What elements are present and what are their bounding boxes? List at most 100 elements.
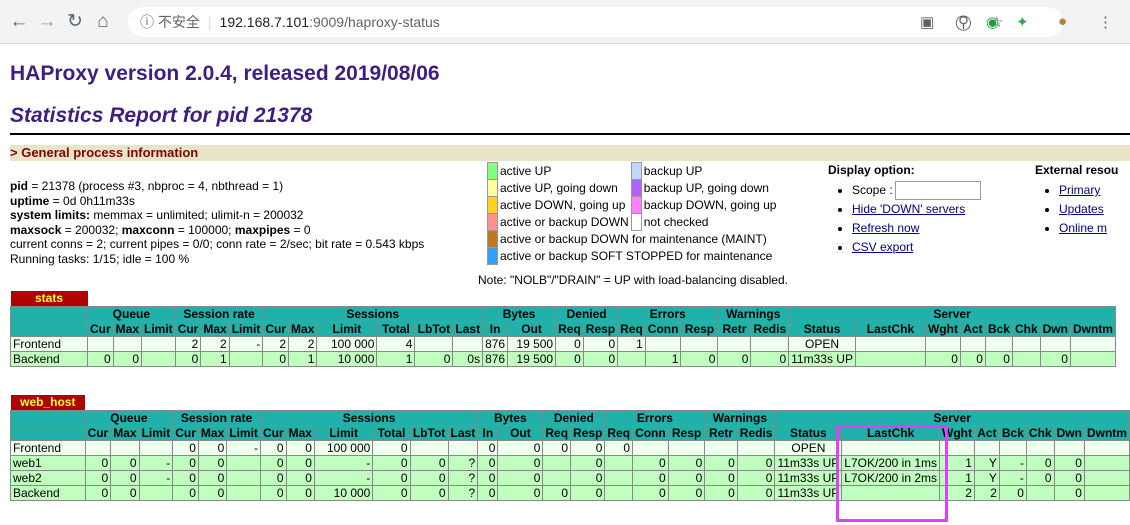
table-cell: 0: [414, 350, 454, 367]
header-sub: Cur: [262, 320, 290, 337]
table-cell: 0: [285, 454, 315, 471]
table-cell: [414, 335, 454, 352]
row-name[interactable]: web2: [10, 469, 86, 486]
table-cell: 0: [570, 454, 606, 471]
header-sub: LastChk: [854, 320, 926, 337]
home-icon[interactable]: ⌂: [90, 9, 116, 35]
row-name[interactable]: Backend: [10, 484, 86, 501]
table-cell: 0: [1025, 454, 1055, 471]
header-sub: Limit: [316, 320, 378, 337]
table-cell: [1053, 439, 1085, 456]
header-sub: Max: [197, 424, 228, 441]
table-cell: 0: [262, 350, 290, 367]
row-name[interactable]: web1: [10, 454, 86, 471]
hide-down-link[interactable]: Hide 'DOWN' servers: [852, 202, 965, 216]
table-cell: 10 000: [316, 350, 378, 367]
table-cell: [924, 335, 961, 352]
menu-kebab-icon[interactable]: ⋮: [1098, 13, 1113, 31]
header-group: Warnings: [704, 409, 776, 426]
table-cell: 1: [288, 350, 318, 367]
section-header: > General process information: [10, 145, 1130, 161]
proxy-name[interactable]: web_host: [10, 395, 86, 410]
table-cell: [959, 335, 986, 352]
extension-green-icon[interactable]: ◉: [986, 13, 999, 31]
table-cell: 0: [632, 484, 669, 501]
table-cell: 0: [1053, 454, 1085, 471]
header-sub: Last: [447, 424, 479, 441]
table-cell: [110, 439, 140, 456]
info-icon[interactable]: ⓘ 不安全: [140, 12, 200, 32]
header-sub: Last: [452, 320, 484, 337]
stats-proxy-table: stats Queue Session rate Sessions Bytes Denie…: [10, 291, 1116, 367]
legend-swatch: [487, 162, 498, 180]
table-cell: 0: [604, 439, 634, 456]
table-cell: 0: [555, 335, 584, 352]
reload-icon[interactable]: ↻: [62, 9, 88, 35]
table-cell: 100 000: [316, 335, 378, 352]
table-cell: 0: [632, 454, 669, 471]
table-cell: [1083, 454, 1130, 471]
header-sub: Req: [555, 320, 584, 337]
legend-swatch: [630, 162, 642, 180]
table-cell: 0: [477, 454, 499, 471]
header-sub: Resp: [582, 320, 619, 337]
forward-arrow-icon[interactable]: →: [34, 9, 60, 35]
scope-input[interactable]: [894, 181, 981, 201]
table-cell: 0: [172, 484, 199, 501]
table-cell: 0: [717, 350, 752, 367]
table-cell: [680, 335, 719, 352]
table-cell: 0: [680, 350, 719, 367]
extension-shield-icon[interactable]: ◯: [955, 13, 972, 31]
back-arrow-icon[interactable]: ←: [6, 9, 32, 35]
table-cell: [1069, 335, 1116, 352]
table-cell: 0: [1039, 350, 1071, 367]
table-cell: [1025, 439, 1055, 456]
header-sub: Wght: [924, 320, 961, 337]
header-group: Denied: [542, 409, 606, 426]
table-cell: 0: [110, 454, 140, 471]
row-name[interactable]: Frontend: [10, 335, 88, 352]
table-cell: [1039, 335, 1071, 352]
table-cell: [409, 439, 449, 456]
table-cell: [141, 350, 176, 367]
table-cell: 11m33s UP: [774, 484, 843, 501]
header-sub: Total: [372, 424, 411, 441]
table-cell: 0: [197, 454, 228, 471]
table-cell: [542, 469, 572, 486]
table-cell: [228, 350, 264, 367]
table-cell: 100 000: [313, 439, 374, 456]
table-cell: 0: [477, 439, 499, 456]
table-cell: 0: [582, 335, 619, 352]
header-group: Warnings: [717, 305, 790, 322]
header-sub: Redis: [736, 424, 776, 441]
address-bar[interactable]: ⓘ 不安全 | 192.168.7.101:9009/haproxy-statu…: [128, 6, 1063, 37]
header-sub: Dwn: [1039, 320, 1071, 337]
updates-link[interactable]: Updates: [1059, 202, 1104, 216]
table-cell: 0: [924, 350, 961, 367]
avatar[interactable]: ●: [1058, 13, 1067, 30]
header-sub: Conn: [644, 320, 682, 337]
header-sub: Max: [285, 424, 315, 441]
table-cell: [854, 350, 926, 367]
row-name[interactable]: Frontend: [10, 439, 86, 456]
table-cell: 0: [87, 350, 114, 367]
table-cell: -: [313, 454, 374, 471]
proxy-name[interactable]: stats: [10, 291, 88, 306]
table-cell: [226, 484, 261, 501]
legend-swatch: [630, 213, 642, 231]
header-group: Errors: [617, 305, 719, 322]
translate-icon[interactable]: ▣: [920, 13, 934, 31]
refresh-link[interactable]: Refresh now: [852, 221, 919, 235]
header-sub: Act: [973, 424, 1000, 441]
table-cell: 0: [736, 454, 776, 471]
csv-export-link[interactable]: CSV export: [852, 240, 913, 254]
header-group: Bytes: [477, 409, 544, 426]
table-cell: [704, 439, 738, 456]
table-cell: 0: [259, 439, 287, 456]
table-cell: 0: [112, 350, 143, 367]
extension-s-icon[interactable]: ✦: [1016, 13, 1029, 31]
row-name[interactable]: Backend: [10, 350, 88, 367]
primary-link[interactable]: Primary: [1059, 183, 1100, 197]
online-manual-link[interactable]: Online m: [1059, 221, 1107, 235]
table-cell: 0: [667, 469, 706, 486]
